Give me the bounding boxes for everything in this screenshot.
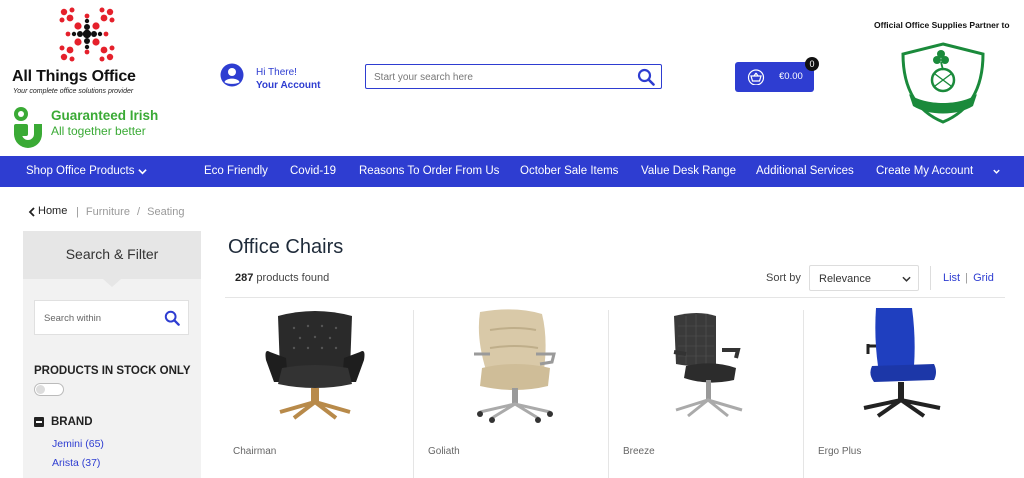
nav-item-covid-19[interactable]: Covid-19 [290,156,336,187]
results-count-number: 287 [235,272,254,284]
cart-total: €0.00 [779,71,803,82]
logo-title[interactable]: All Things Office [12,68,136,86]
search-within-box [34,300,189,335]
logo-tagline: Your complete office solutions provider [13,88,134,95]
brand-filter-arista[interactable]: Arista (37) [52,457,100,469]
breadcrumb: | Furniture / Seating [76,206,185,218]
chevron-down-icon[interactable] [138,167,147,176]
account-greeting: Hi There! [256,67,297,78]
column-divider [803,310,804,478]
chevron-down-icon [902,276,911,282]
breadcrumb-furniture[interactable]: Furniture [86,206,130,218]
product-name[interactable]: Goliath [428,446,460,457]
breadcrumb-home[interactable]: Home [38,205,67,217]
results-count-suffix: products found [256,272,330,284]
results-count: 287 products found [235,272,329,284]
mesh-chair-image[interactable] [658,308,768,426]
toggle-knob [36,385,45,394]
brand-filter-jemini[interactable]: Jemini (65) [52,438,104,450]
search-icon[interactable] [637,68,655,86]
product-name[interactable]: Breeze [623,446,655,457]
sort-select[interactable]: Relevance [809,265,919,291]
logo-icon[interactable] [58,6,116,62]
grid-view-link[interactable]: Grid [973,272,994,284]
view-toggle: List | Grid [943,272,994,284]
guaranteed-irish-subtitle: All together better [51,124,146,138]
filter-sidebar: Search & Filter PRODUCTS IN STOCK ONLY B… [23,231,201,478]
site-header: All Things Office Your complete office s… [0,0,1024,156]
in-stock-label: PRODUCTS IN STOCK ONLY [34,365,191,377]
collapse-minus-icon[interactable] [34,417,44,427]
cart-count-badge: 0 [805,57,819,71]
filter-title: Search & Filter [65,246,159,262]
user-icon[interactable] [220,63,244,87]
nav-item-additional-services[interactable]: Additional Services [756,156,854,187]
guaranteed-irish-icon [14,107,42,148]
filter-header-caret [103,279,121,287]
basket-icon [747,69,765,85]
product-name[interactable]: Chairman [233,446,276,457]
nav-item-value-desk-range[interactable]: Value Desk Range [641,156,736,187]
results-divider [225,297,1005,298]
in-stock-toggle[interactable] [34,383,64,396]
shamrock-rovers-crest-icon[interactable] [897,40,989,126]
beige-chair-image[interactable] [460,308,570,426]
nav-more-chevron-icon[interactable] [992,167,1001,176]
site-search [365,64,662,89]
search-within-input[interactable] [44,311,154,325]
leather-chair-image[interactable] [260,308,370,426]
your-account-link[interactable]: Your Account [256,80,320,91]
blue-task-chair-image[interactable] [850,308,960,426]
cart-button[interactable]: €0.00 [735,62,814,92]
chevron-left-icon[interactable] [28,207,36,217]
sort-label: Sort by [766,272,801,284]
guaranteed-irish-title: Guaranteed Irish [51,108,159,123]
search-input[interactable] [374,69,624,85]
column-divider [413,310,414,478]
nav-item-eco-friendly[interactable]: Eco Friendly [204,156,268,187]
sort-value: Relevance [819,273,871,285]
list-view-link[interactable]: List [943,272,960,284]
product-name[interactable]: Ergo Plus [818,446,861,457]
nav-item-reasons-to-order[interactable]: Reasons To Order From Us [359,156,499,187]
search-icon[interactable] [164,310,180,326]
brand-filter-label[interactable]: BRAND [51,416,93,428]
column-divider [608,310,609,478]
main-navigation: Shop Office Products Eco Friendly Covid-… [0,156,1024,187]
breadcrumb-seating: Seating [147,206,185,218]
view-divider [930,266,931,290]
page-title: Office Chairs [228,236,344,258]
nav-item-shop-office-products[interactable]: Shop Office Products [26,156,134,187]
filter-header: Search & Filter [23,231,201,279]
nav-item-october-sale[interactable]: October Sale Items [520,156,618,187]
partner-text: Official Office Supplies Partner to [874,20,1010,30]
nav-item-create-account[interactable]: Create My Account [876,156,973,187]
